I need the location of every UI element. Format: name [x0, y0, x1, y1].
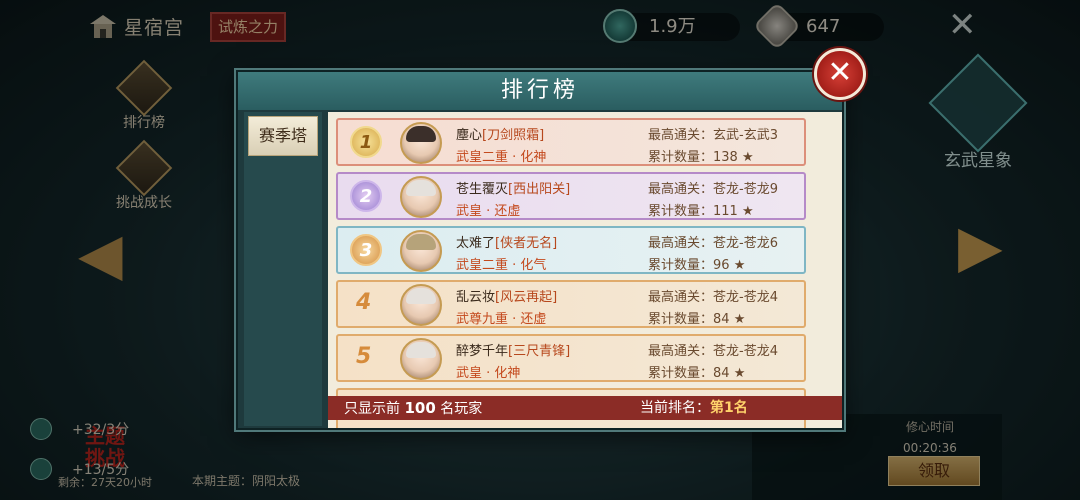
rank-number: 4 — [356, 290, 372, 315]
total-count: 累计数量：96 ★ — [648, 258, 746, 273]
ranking-row[interactable]: 1 塵心[刀剑照霜] 武皇二重 · 化神 最高通关：玄武-玄武3 累计数量：138 ★ — [336, 118, 806, 166]
silver-emblem-icon — [752, 1, 802, 51]
player-avatar[interactable] — [400, 338, 442, 380]
rank-number: 5 — [356, 344, 372, 369]
modal-header: 排行榜 — [238, 72, 842, 110]
constellation-xuanwu[interactable]: 玄武星象 — [928, 53, 1028, 171]
footer-current-rank: 当前排名：第1名 — [640, 400, 748, 416]
cultivation-timer: 修心时间 00:20:36 — [890, 414, 970, 455]
modal-close-button[interactable]: ✕ — [814, 48, 866, 100]
star-icon: ★ — [733, 366, 746, 381]
total-count: 累计数量：138 ★ — [648, 150, 754, 165]
ranking-row[interactable]: 2 苍生覆灭[西出阳关] 武皇 · 还虚 最高通关：苍龙-苍龙9 累计数量：111 ★ — [336, 172, 806, 220]
player-guild: [刀剑照霜] — [482, 128, 545, 143]
modal-tab-list: 赛季塔 — [244, 112, 322, 426]
claim-button[interactable]: 领取 — [888, 456, 980, 486]
footer-limit-note: 只显示前 100 名玩家 — [344, 399, 483, 417]
top-bar: 星宿宫 试炼之力 1.9万 647 ✕ — [0, 0, 1080, 56]
home-button[interactable]: 星宿宫 — [88, 12, 184, 40]
player-realm: 武皇 · 还虚 — [456, 204, 521, 219]
total-count: 累计数量：84 ★ — [648, 366, 746, 381]
player-guild: [西出阳关] — [508, 182, 571, 197]
next-arrow-icon[interactable]: ▶ — [958, 212, 1003, 280]
total-count: 累计数量：111 ★ — [648, 204, 754, 219]
trial-power-tab[interactable]: 试炼之力 — [210, 12, 286, 42]
turtle-snake-emblem-icon — [928, 53, 1028, 153]
best-clear: 最高通关：玄武-玄武3 — [648, 128, 778, 143]
leaderboard-icon — [115, 59, 173, 117]
player-realm: 武皇二重 · 化气 — [456, 258, 547, 273]
side-nav-growth[interactable]: 挑战成长 — [108, 139, 180, 212]
total-count: 累计数量：84 ★ — [648, 312, 746, 327]
reward-line-1: +32/3分 — [30, 418, 129, 440]
reward-line-2: +13/5分 — [30, 458, 129, 480]
ranking-list[interactable]: 1 塵心[刀剑照霜] 武皇二重 · 化神 最高通关：玄武-玄武3 累计数量：138 ★ 2… — [328, 112, 842, 428]
star-icon: ★ — [733, 312, 746, 327]
best-clear: 最高通关：苍龙-苍龙9 — [648, 182, 778, 197]
ranking-row[interactable]: 4 乱云妆[风云再起] 武尊九重 · 还虚 最高通关：苍龙-苍龙4 累计数量：84 ★ — [336, 280, 806, 328]
player-name: 醉梦千年[三尺青锋] — [456, 344, 571, 359]
current-theme: 本期主题：阴阳太极 — [192, 474, 301, 488]
home-label: 星宿宫 — [124, 16, 185, 39]
page-close-icon[interactable]: ✕ — [948, 8, 977, 42]
reward-coin-icon — [30, 418, 52, 440]
leaderboard-modal: 排行榜 赛季塔 1 塵心[刀剑照霜] 武皇二重 · 化神 最高通关：玄武-玄武3 累计数… — [236, 70, 844, 430]
best-clear: 最高通关：苍龙-苍龙4 — [648, 344, 778, 359]
crossed-swords-icon — [115, 139, 173, 197]
best-clear: 最高通关：苍龙-苍龙6 — [648, 236, 778, 251]
resource-jade: 1.9万 — [603, 9, 740, 44]
player-name: 苍生覆灭[西出阳关] — [456, 182, 571, 197]
jade-coin-icon — [603, 9, 637, 43]
player-guild: [侠者无名] — [495, 236, 558, 251]
rank-medal-icon: 3 — [350, 234, 382, 266]
player-guild: [风云再起] — [495, 290, 558, 305]
timer-value: 00:20:36 — [903, 441, 957, 455]
player-avatar[interactable] — [400, 122, 442, 164]
palace-icon — [90, 15, 116, 38]
reward-line-2-value: +13/5分 — [72, 462, 130, 478]
resource-silver: 647 — [752, 1, 885, 51]
rank-medal-icon: 2 — [350, 180, 382, 212]
player-realm: 武尊九重 · 还虚 — [456, 312, 547, 327]
player-name: 太难了[侠者无名] — [456, 236, 558, 251]
rank-medal-icon: 1 — [350, 126, 382, 158]
player-name: 乱云妆[风云再起] — [456, 290, 558, 305]
best-clear: 最高通关：苍龙-苍龙4 — [648, 290, 778, 305]
star-icon: ★ — [741, 204, 754, 219]
player-avatar[interactable] — [400, 284, 442, 326]
ranking-footer: 只显示前 100 名玩家 当前排名：第1名 — [328, 396, 842, 420]
player-realm: 武皇 · 化神 — [456, 366, 521, 381]
prev-arrow-icon[interactable]: ◀ — [78, 220, 123, 288]
star-icon: ★ — [741, 150, 754, 165]
reward-coin-icon — [30, 458, 52, 480]
player-name: 塵心[刀剑照霜] — [456, 128, 545, 143]
player-avatar[interactable] — [400, 176, 442, 218]
star-icon: ★ — [733, 258, 746, 273]
player-guild: [三尺青锋] — [508, 344, 571, 359]
my-rank-value: 第1名 — [710, 400, 748, 416]
ranking-row[interactable]: 5 醉梦千年[三尺青锋] 武皇 · 化神 最高通关：苍龙-苍龙4 累计数量：84 ★ — [336, 334, 806, 382]
reward-line-1-value: +32/3分 — [72, 422, 130, 438]
player-realm: 武皇二重 · 化神 — [456, 150, 547, 165]
player-avatar[interactable] — [400, 230, 442, 272]
ranking-row[interactable]: 3 太难了[侠者无名] 武皇二重 · 化气 最高通关：苍龙-苍龙6 累计数量：96 ★ — [336, 226, 806, 274]
timer-label: 修心时间 — [905, 420, 954, 434]
modal-title: 排行榜 — [500, 78, 579, 103]
tab-season-tower[interactable]: 赛季塔 — [248, 116, 318, 156]
side-nav-leaderboard[interactable]: 排行榜 — [108, 59, 180, 132]
